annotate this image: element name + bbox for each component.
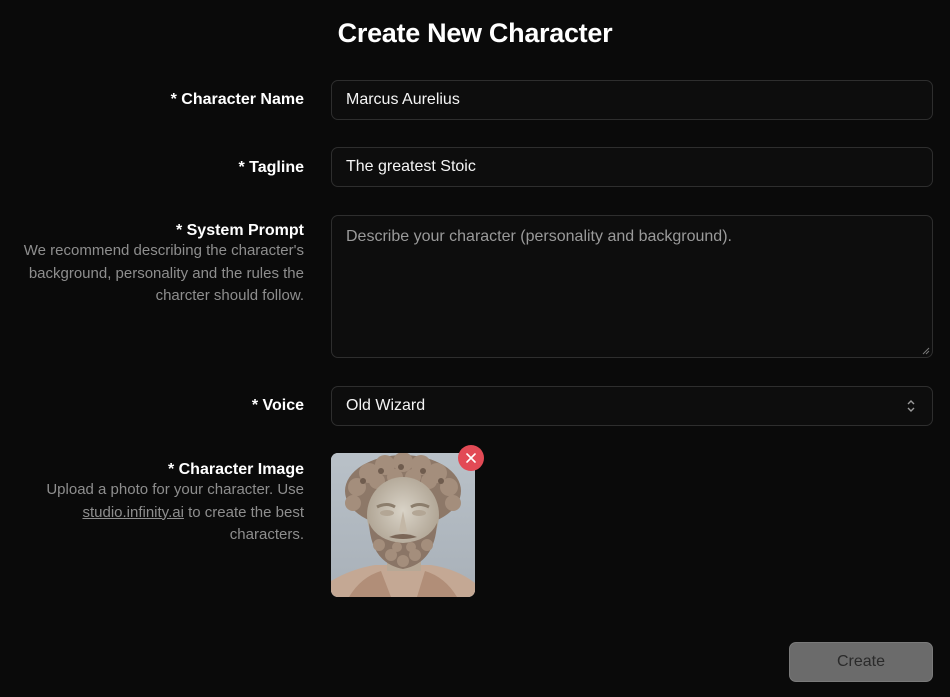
help-text-suffix: to create the best characters.: [183, 503, 304, 544]
studio-link[interactable]: studio.infinity.ai: [82, 504, 183, 521]
voice-label: * Voice: [251, 397, 304, 414]
tagline-input[interactable]: [332, 148, 932, 186]
create-button[interactable]: Create: [789, 642, 933, 682]
chevron-up-down-icon: [907, 400, 915, 412]
character-image-label: * Character Image: [167, 461, 304, 478]
system-prompt-label: * System Prompt: [175, 222, 304, 239]
remove-image-button[interactable]: [458, 445, 484, 471]
character-image-help: Upload a photo for your character. Use s…: [14, 479, 304, 547]
close-icon: [466, 453, 476, 463]
character-name-field[interactable]: [331, 80, 933, 120]
page-title: Create New Character: [337, 18, 613, 48]
system-prompt-textarea[interactable]: [332, 216, 932, 357]
voice-selected-value: Old Wizard: [346, 397, 426, 414]
character-name-label: * Character Name: [170, 91, 304, 108]
help-text-prefix: Upload a photo for your character. Use: [46, 481, 304, 498]
character-image-preview: [331, 453, 475, 597]
resize-handle-icon[interactable]: [922, 347, 930, 355]
bust-portrait-image: [331, 453, 475, 597]
character-name-input[interactable]: [332, 81, 932, 119]
system-prompt-help: We recommend describing the character's …: [23, 242, 304, 304]
tagline-label: * Tagline: [238, 159, 305, 176]
create-character-page: Create New Character * Character Name * …: [0, 0, 950, 697]
system-prompt-field[interactable]: [331, 215, 933, 358]
tagline-field[interactable]: [331, 147, 933, 187]
voice-select[interactable]: Old Wizard: [331, 386, 933, 426]
